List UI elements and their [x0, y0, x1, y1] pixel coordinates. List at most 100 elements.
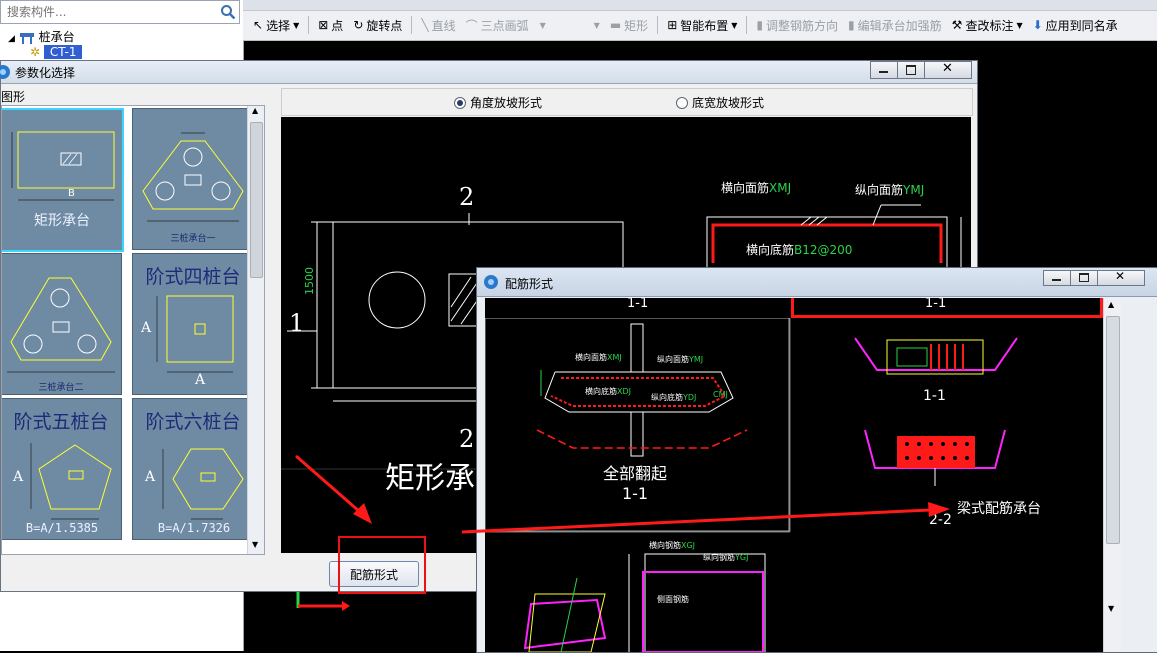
maximize-button[interactable]: [897, 61, 925, 79]
main-toolbar: ↖ 选择 ▼ ⊠ 点 ↻ 旋转点 ╲ 直线 ⌒ 三点画弧 ▼ ▼ ▬ 矩形 ⊞ 智能布置 ▼ ▮ 调整…: [243, 0, 1157, 41]
radio-checked-icon: [454, 96, 466, 109]
chevron-down-icon: ▼: [593, 20, 600, 30]
cursor-icon: ↖: [253, 18, 264, 32]
radio-width-slope[interactable]: 底宽放坡形式: [676, 94, 764, 111]
scroll-thumb[interactable]: [250, 122, 263, 278]
rebar-form-dialog: 配筋形式 ✕ 1-1 1-1 横向面筋XMJ 纵向面筋YMJ 横向底筋XDJ 纵…: [476, 267, 1157, 653]
line-button[interactable]: ╲ 直线: [417, 14, 459, 36]
thumb-rect-cap[interactable]: B 矩形承台: [2, 108, 124, 252]
param-dialog-title: 参数化选择: [15, 66, 76, 80]
smart-layout-button[interactable]: ⊞ 智能布置 ▼: [663, 14, 741, 36]
thumb-three-pile-2[interactable]: 三桩承台二: [2, 253, 122, 395]
preview-shape-title: 矩形承: [385, 461, 475, 496]
close-icon: ✕: [1115, 269, 1126, 283]
collapse-icon[interactable]: ◢: [8, 34, 15, 44]
toolbar-upper-strip: [243, 0, 1157, 11]
adjust-rebar-direction-button[interactable]: ▮ 调整钢筋方向: [752, 14, 842, 36]
minimize-icon: [1052, 279, 1061, 281]
annot-xmj-label: 横向面筋XMJ: [721, 181, 792, 195]
thumb-step6-formula: B=A/1.7326: [157, 521, 231, 535]
pile-cap-icon: [19, 32, 34, 44]
section-mark-2-bottom: 2: [459, 425, 475, 453]
annot-ymj: 纵向面筋YMJ: [657, 355, 704, 364]
gear-icon: ✲: [30, 45, 41, 59]
annot-xdj: 横向底筋XDJ: [585, 387, 631, 396]
shape-gallery[interactable]: B 矩形承台 三桩承台一 三桩承台二 阶式四桩台 A A 阶式五桩台 A B=A…: [1, 105, 265, 555]
close-button[interactable]: ✕: [924, 61, 972, 79]
tree-item-label: CT-1: [43, 45, 83, 59]
scroll-down-icon[interactable]: ▼: [1108, 604, 1114, 613]
radio-unchecked-icon: [676, 96, 688, 109]
thumb-step-4[interactable]: 阶式四桩台 A A: [132, 253, 254, 395]
gallery-scrollbar[interactable]: ▲ ▼: [247, 106, 264, 554]
section-2-2-beam: 2-2: [929, 512, 952, 528]
maximize-icon: [1079, 273, 1089, 282]
radio-angle-slope[interactable]: 角度放坡形式: [454, 94, 542, 111]
chevron-down-icon: ▼: [1016, 20, 1023, 30]
dim-a-vertical: A: [13, 469, 24, 485]
annot-cmj: CMJ: [713, 390, 728, 399]
rebar-options-canvas[interactable]: 横向面筋XMJ 纵向面筋YMJ 横向底筋XDJ 纵向底筋YDJ CMJ 全部翻起…: [485, 318, 1103, 652]
select-button[interactable]: ↖ 选择 ▼: [249, 14, 303, 36]
grid-icon: ⊞: [667, 18, 678, 32]
param-dialog-titlebar[interactable]: 参数化选择 ✕: [0, 61, 977, 84]
three-pile-1-drawing: [142, 132, 244, 222]
section-1-1-beam: 1-1: [923, 388, 946, 404]
minimize-button[interactable]: [1043, 270, 1071, 286]
highlight-box: [338, 536, 426, 594]
annot-ygj: 纵向钢筋YGJ: [703, 553, 749, 562]
maximize-button[interactable]: [1070, 270, 1098, 286]
check-annotation-button[interactable]: ⚒ 查改标注 ▼: [948, 14, 1027, 36]
minimize-button[interactable]: [870, 61, 898, 79]
apply-same-name-button[interactable]: ⬇ 应用到同名承: [1029, 14, 1122, 36]
rebar-icon: ▮: [756, 18, 764, 32]
rebar-options-drawing: [485, 318, 1018, 652]
rectangle-button[interactable]: ▬ 矩形: [606, 14, 652, 36]
scroll-up-icon[interactable]: ▲: [252, 106, 258, 115]
chevron-down-icon: ▼: [539, 20, 546, 30]
scroll-up-icon[interactable]: ▲: [1108, 300, 1114, 309]
close-icon: ✕: [942, 61, 953, 76]
annot-xmj: 横向面筋XMJ: [575, 353, 622, 362]
tree-root-label: 桩承台: [38, 30, 75, 44]
rebar-dialog-titlebar[interactable]: 配筋形式 ✕: [477, 268, 1157, 297]
close-button[interactable]: ✕: [1097, 269, 1145, 286]
search-box[interactable]: [0, 0, 240, 24]
thumb-three1-caption: 三桩承台一: [170, 234, 216, 244]
option-full-bent[interactable]: 全部翻起 1-1: [603, 464, 667, 504]
rotate-point-button[interactable]: ↻ 旋转点: [349, 14, 406, 36]
search-icon[interactable]: [219, 3, 237, 21]
section-mark-1: 1: [289, 309, 305, 337]
rebar-icon: ▮: [848, 18, 855, 32]
rebar-canvas-top-strip: 1-1 1-1: [485, 296, 1103, 318]
point-button[interactable]: ⊠ 点: [314, 14, 347, 36]
thumb-step-6[interactable]: 阶式六桩台 A B=A/1.7326: [132, 398, 254, 540]
rebar-dialog-title: 配筋形式: [505, 277, 554, 291]
dimension-1500: 1500: [303, 267, 316, 295]
dim-a-horizontal: A: [195, 372, 206, 388]
line-icon: ╲: [421, 18, 429, 32]
shape-dropdown[interactable]: ▼: [552, 14, 604, 36]
annot-ymj-label: 纵向面筋YMJ: [855, 183, 925, 197]
rebar-dialog-scrollbar[interactable]: ▲ ▼: [1103, 298, 1121, 652]
scroll-thumb[interactable]: [1106, 316, 1120, 544]
scroll-down-icon[interactable]: ▼: [252, 540, 258, 549]
thumb-step-5[interactable]: 阶式五桩台 A B=A/1.5385: [2, 398, 122, 540]
edit-cap-rebar-button[interactable]: ▮ 编辑承台加强筋: [844, 14, 946, 36]
arc-button[interactable]: ⌒ 三点画弧 ▼: [462, 14, 550, 36]
shape-group-label: 图形: [1, 90, 26, 104]
search-input[interactable]: [5, 4, 209, 20]
tree-node-ct1[interactable]: ✲ CT-1: [30, 45, 83, 61]
app-icon: [0, 65, 10, 79]
thumb-three-pile-1[interactable]: 三桩承台一: [132, 108, 254, 250]
apply-icon: ⬇: [1032, 18, 1043, 32]
option-beam-style[interactable]: 梁式配筋承台: [957, 498, 1041, 518]
tree-node-root[interactable]: ◢ 桩承台: [8, 28, 75, 44]
point-icon: ⊠: [318, 18, 329, 32]
selected-option-marker: [791, 298, 1103, 318]
annot-xgj: 横向钢筋XGJ: [649, 541, 696, 550]
annot-bottom-rebar-label: 横向底筋B12@200: [746, 243, 853, 257]
toolbar-row: ↖ 选择 ▼ ⊠ 点 ↻ 旋转点 ╲ 直线 ⌒ 三点画弧 ▼ ▼ ▬ 矩形 ⊞ 智能布置 ▼ ▮ 调整…: [249, 14, 1122, 36]
thumb-rect-title: 矩形承台: [34, 213, 90, 229]
annotation-icon: ⚒: [951, 18, 963, 32]
